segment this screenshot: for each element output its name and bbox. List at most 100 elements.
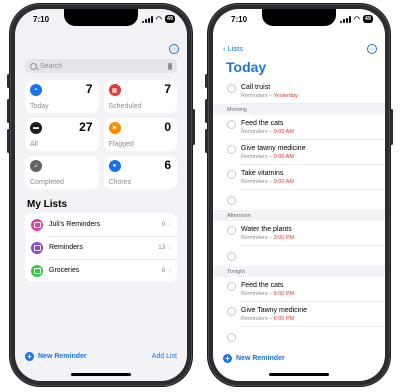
- back-label: Lists: [227, 44, 244, 53]
- volume-up-button: [205, 99, 208, 123]
- plus-icon[interactable]: +: [223, 354, 232, 363]
- bottom-toolbar: + New Reminder Add List: [25, 352, 177, 361]
- task-checkbox[interactable]: [227, 120, 236, 129]
- flag-icon: ⚑: [108, 122, 121, 134]
- task-checkbox[interactable]: [227, 252, 236, 261]
- cellular-signal-icon: [141, 15, 153, 23]
- task-list-name: Reminders: [241, 179, 268, 185]
- task-row[interactable]: Water the plants Reminders – 3:00 PM: [213, 221, 385, 246]
- task-row[interactable]: Give Tawny medicine Reminders – 6:00 PM: [213, 302, 385, 327]
- volume-down-button: [205, 129, 208, 153]
- task-list-name: Reminders: [241, 129, 268, 135]
- task-checkbox[interactable]: [227, 84, 236, 93]
- task-list-name: Reminders: [241, 154, 268, 160]
- label: All: [30, 141, 38, 148]
- task-due: 6:00 PM: [273, 316, 295, 322]
- task-checkbox[interactable]: [227, 196, 236, 205]
- task-title: Call truist: [241, 84, 271, 91]
- task-subtitle: Reminders – 9:00 AM: [241, 154, 385, 160]
- task-checkbox[interactable]: [227, 282, 236, 291]
- chevron-right-icon: ›: [168, 266, 171, 275]
- search-field[interactable]: Search: [25, 59, 177, 73]
- calendar-icon: ▪: [30, 84, 42, 96]
- new-reminder-button[interactable]: New Reminder: [38, 353, 87, 360]
- status-time: 7:10: [33, 15, 50, 24]
- task-subtitle: Reminders – 9:00 AM: [241, 129, 385, 135]
- task-list-name: Reminders: [241, 235, 268, 241]
- chevron-left-icon: ‹: [223, 44, 226, 53]
- wifi-icon: ◠: [353, 16, 360, 23]
- task-due: 9:00 AM: [273, 129, 294, 135]
- silent-switch: [7, 74, 10, 88]
- add-list-button[interactable]: Add List: [152, 353, 177, 360]
- new-task-placeholder[interactable]: [213, 327, 385, 347]
- task-row[interactable]: Take vitamins Reminders – 9:00 AM: [213, 165, 385, 190]
- task-row[interactable]: Give tawny medicine Reminders – 9:00 AM: [213, 140, 385, 165]
- count: 7: [164, 82, 171, 96]
- smart-list-flagged[interactable]: ⚑ 0 Flagged: [103, 118, 177, 151]
- task-checkbox[interactable]: [227, 333, 236, 342]
- section-header-tonight: Tonight: [213, 266, 385, 277]
- task-title: Give tawny medicine: [241, 145, 306, 152]
- list-item-groceries[interactable]: Groceries 8 ›: [25, 259, 177, 282]
- task-due: 6:00 PM: [273, 291, 295, 297]
- list-name: Reminders: [49, 244, 83, 251]
- smart-list-chores[interactable]: ● 6 Chores: [103, 156, 177, 189]
- task-row[interactable]: Feed the cats Reminders – 6:00 PM: [213, 277, 385, 302]
- list-count: 0: [161, 221, 166, 228]
- volume-up-button: [7, 99, 10, 123]
- tray-icon: ▬: [30, 122, 42, 134]
- label: Today: [30, 103, 49, 110]
- label: Flagged: [108, 141, 134, 148]
- task-row[interactable]: Feed the cats Reminders – 9:00 AM: [213, 115, 385, 140]
- new-task-placeholder[interactable]: [213, 190, 385, 210]
- bottom-toolbar: + New Reminder: [223, 354, 285, 363]
- task-subtitle: Reminders – 6:00 PM: [241, 291, 385, 297]
- smart-list-today[interactable]: ▪ 7 Today: [25, 80, 99, 113]
- task-title: Feed the cats: [241, 282, 284, 289]
- list-item-julis-reminders[interactable]: Juli's Reminders 0 ›: [25, 213, 177, 236]
- my-lists-heading: My Lists: [27, 199, 68, 210]
- task-checkbox[interactable]: [227, 226, 236, 235]
- more-options-button[interactable]: ···: [169, 44, 179, 54]
- volume-down-button: [7, 129, 10, 153]
- chevron-right-icon: ›: [168, 243, 171, 252]
- phone-today-list: 7:10 ◠ 49 ‹ Lists ··· Today Call truist …: [205, 4, 393, 386]
- notch: [64, 9, 138, 26]
- smart-list-all[interactable]: ▬ 27 All: [25, 118, 99, 151]
- list-icon: [31, 264, 43, 277]
- checkmark-icon: ✓: [30, 160, 42, 172]
- wifi-icon: ◠: [155, 16, 162, 23]
- label: Completed: [30, 179, 64, 186]
- task-checkbox[interactable]: [227, 170, 236, 179]
- task-checkbox[interactable]: [227, 145, 236, 154]
- status-time: 7:10: [231, 15, 248, 24]
- task-due: 3:00 PM: [273, 235, 295, 241]
- task-title: Take vitamins: [241, 170, 284, 177]
- list-count: 8: [161, 267, 166, 274]
- back-button[interactable]: ‹ Lists: [223, 44, 243, 53]
- task-title: Water the plants: [241, 226, 292, 233]
- screen: 7:10 ◠ 49 ‹ Lists ··· Today Call truist …: [213, 9, 385, 381]
- task-row[interactable]: Call truist Reminders – Yesterday: [213, 79, 385, 104]
- search-icon: [30, 62, 37, 70]
- list-count: 13: [158, 244, 166, 251]
- task-due: Yesterday: [273, 93, 298, 99]
- battery-icon: 49: [362, 15, 373, 23]
- list-icon: [31, 241, 43, 254]
- task-subtitle: Reminders – 3:00 PM: [241, 235, 385, 241]
- more-options-button[interactable]: ···: [367, 44, 377, 54]
- task-subtitle: Reminders – 9:00 AM: [241, 179, 385, 185]
- list-item-reminders[interactable]: Reminders 13 ›: [25, 236, 177, 259]
- plus-icon[interactable]: +: [25, 352, 34, 361]
- task-title: Give Tawny medicine: [241, 307, 308, 314]
- home-indicator: [269, 373, 329, 376]
- smart-list-scheduled[interactable]: ▦ 7 Scheduled: [103, 80, 177, 113]
- microphone-icon[interactable]: [168, 62, 172, 70]
- new-reminder-button[interactable]: New Reminder: [236, 355, 285, 362]
- count: 27: [79, 120, 93, 134]
- task-checkbox[interactable]: [227, 307, 236, 316]
- new-task-placeholder[interactable]: [213, 246, 385, 266]
- task-list-name: Reminders: [241, 93, 268, 99]
- smart-list-completed[interactable]: ✓ Completed: [25, 156, 99, 189]
